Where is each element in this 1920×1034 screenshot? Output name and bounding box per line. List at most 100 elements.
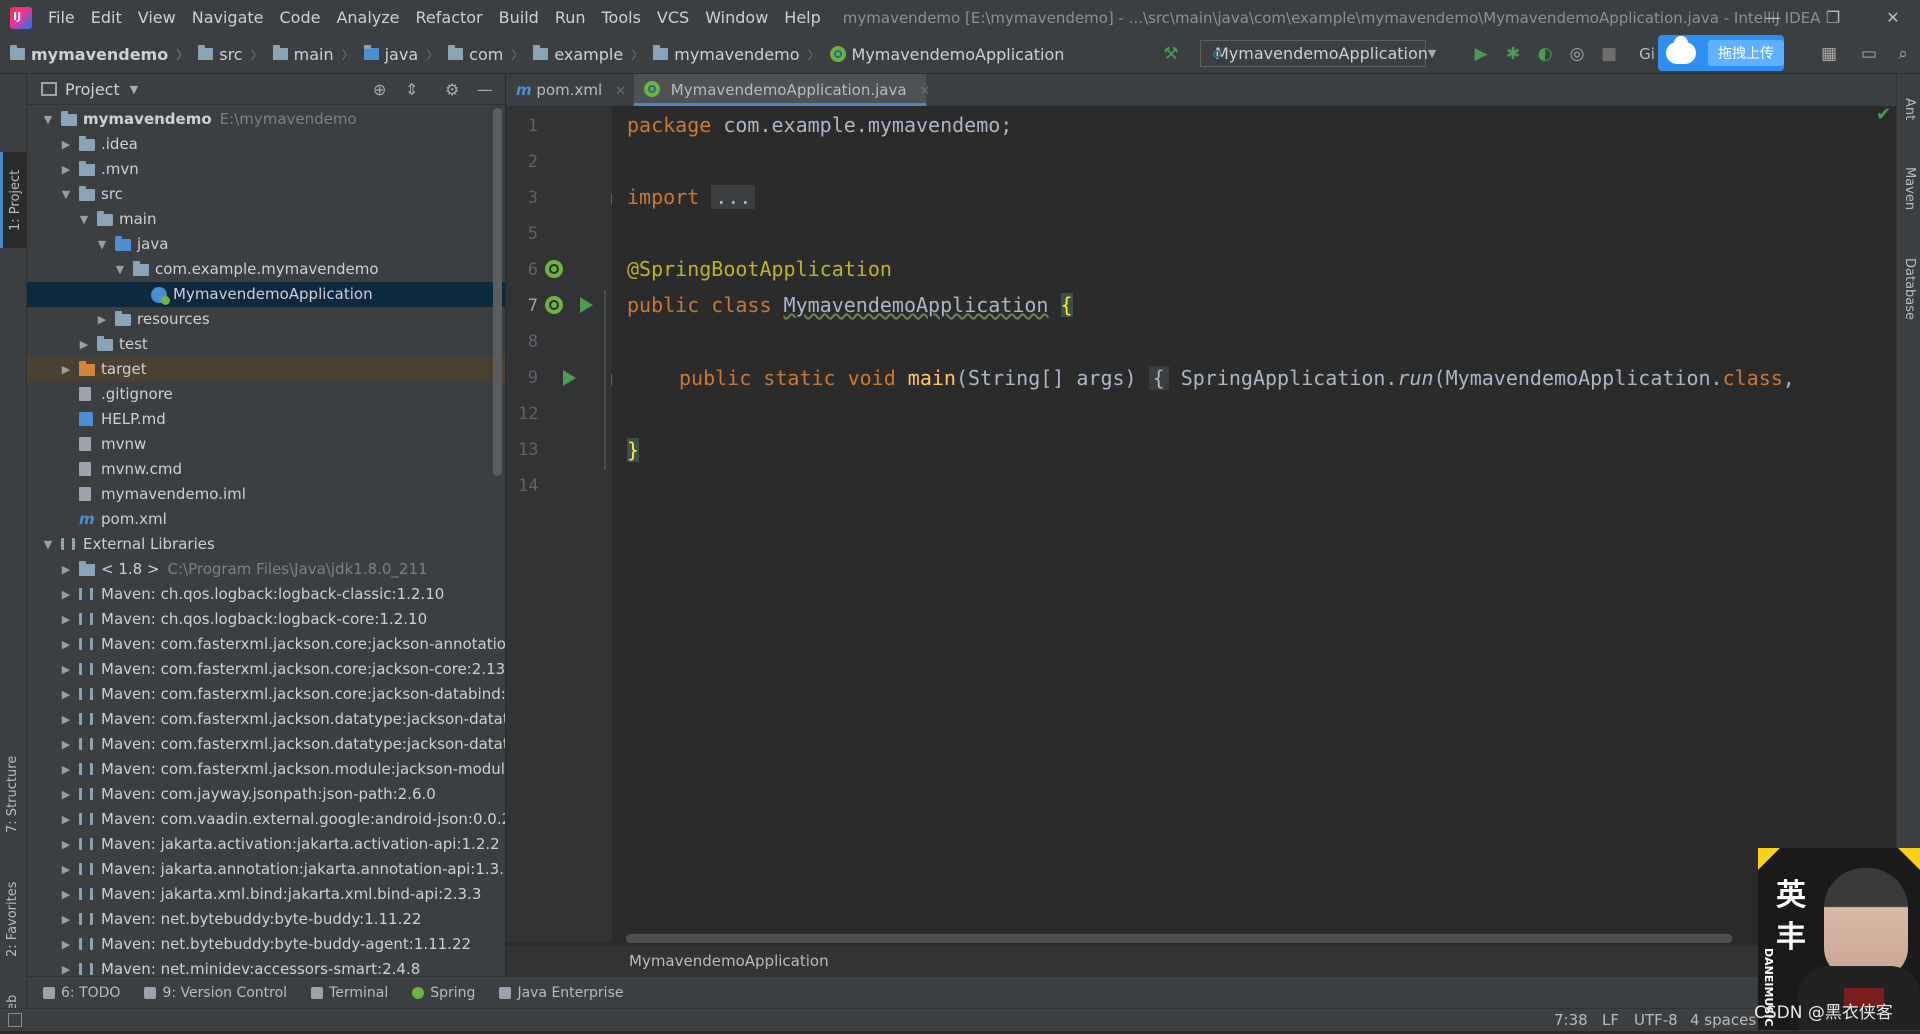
collapsed-arrow-icon[interactable]: ▶ bbox=[59, 957, 73, 976]
expanded-arrow-icon[interactable]: ▼ bbox=[113, 257, 127, 282]
crumb-java[interactable]: java 〉 bbox=[354, 45, 438, 64]
restore-button[interactable]: ❐ bbox=[1810, 0, 1856, 35]
folded-imports[interactable]: ... bbox=[711, 185, 756, 209]
tree-item[interactable]: ▶ < 1.8 > C:\Program Files\Java\jdk1.8.0_2… bbox=[27, 557, 505, 582]
spring-bean-gutter-icon[interactable] bbox=[545, 260, 563, 278]
crumb-main[interactable]: main 〉 bbox=[263, 45, 354, 64]
presentation-icon[interactable]: ▭ bbox=[1858, 43, 1880, 65]
hide-panel-icon[interactable]: — bbox=[477, 80, 493, 99]
profile-icon[interactable]: ◎ bbox=[1566, 43, 1588, 65]
menu-analyze[interactable]: Analyze bbox=[328, 0, 407, 35]
tree-item[interactable]: ▶ Maven: com.fasterxml.jackson.core:jacks… bbox=[27, 632, 505, 657]
collapsed-arrow-icon[interactable]: ▶ bbox=[59, 607, 73, 632]
tree-item[interactable]: m pom.xml bbox=[27, 507, 505, 532]
upload-widget[interactable]: 拖拽上传 bbox=[1658, 35, 1784, 71]
tool-tab-version-control[interactable]: 9: Version Control bbox=[144, 985, 287, 1001]
locate-icon[interactable]: ⊕ bbox=[373, 80, 386, 99]
tree-item[interactable]: ▶ Maven: com.fasterxml.jackson.core:jacks… bbox=[27, 657, 505, 682]
project-panel-title[interactable]: Project bbox=[65, 80, 120, 99]
collapsed-arrow-icon[interactable]: ▶ bbox=[59, 132, 73, 157]
tree-item[interactable]: ▶ Maven: ch.qos.logback:logback-classic:1… bbox=[27, 582, 505, 607]
coverage-icon[interactable]: ◐ bbox=[1534, 43, 1556, 65]
tree-item[interactable]: ▶ .mvn bbox=[27, 157, 505, 182]
debug-icon[interactable]: ✱ bbox=[1502, 43, 1524, 65]
stop-icon[interactable]: ■ bbox=[1598, 43, 1620, 65]
collapse-all-icon[interactable]: ⇕ bbox=[405, 80, 418, 99]
menu-file[interactable]: File bbox=[40, 0, 83, 35]
menu-window[interactable]: Window bbox=[697, 0, 776, 35]
tool-tab-project[interactable]: 1: Project bbox=[0, 152, 29, 248]
tree-item[interactable]: ▼ main bbox=[27, 207, 505, 232]
menu-run[interactable]: Run bbox=[547, 0, 594, 35]
collapsed-arrow-icon[interactable]: ▶ bbox=[59, 582, 73, 607]
expanded-arrow-icon[interactable]: ▼ bbox=[59, 182, 73, 207]
collapsed-arrow-icon[interactable]: ▶ bbox=[59, 882, 73, 907]
search-icon[interactable]: ⌕ bbox=[1892, 43, 1914, 65]
no-problems-check-icon[interactable]: ✔ bbox=[1876, 104, 1891, 125]
run-main-gutter-icon[interactable] bbox=[563, 370, 576, 386]
tree-item[interactable]: ▼ External Libraries bbox=[27, 532, 505, 557]
collapsed-arrow-icon[interactable]: ▶ bbox=[59, 732, 73, 757]
menu-help[interactable]: Help bbox=[776, 0, 828, 35]
chevron-down-icon[interactable]: ▼ bbox=[130, 83, 138, 96]
tool-tab-todo[interactable]: 6: TODO bbox=[43, 985, 120, 1001]
collapsed-arrow-icon[interactable]: ▶ bbox=[59, 932, 73, 957]
close-window-button[interactable]: ✕ bbox=[1870, 0, 1916, 35]
collapsed-arrow-icon[interactable]: ▶ bbox=[95, 307, 109, 332]
tree-item[interactable]: HELP.md bbox=[27, 407, 505, 432]
tree-item[interactable]: ▼ java bbox=[27, 232, 505, 257]
collapsed-arrow-icon[interactable]: ▶ bbox=[59, 832, 73, 857]
project-structure-icon[interactable]: ▦ bbox=[1818, 43, 1840, 65]
tree-item[interactable]: .gitignore bbox=[27, 382, 505, 407]
tree-item[interactable]: ▶ Maven: com.fasterxml.jackson.module:jac… bbox=[27, 757, 505, 782]
tool-tab-terminal[interactable]: Terminal bbox=[311, 985, 388, 1001]
editor-breadcrumb-item[interactable]: MymavendemoApplication bbox=[629, 952, 829, 970]
collapsed-arrow-icon[interactable]: ▶ bbox=[59, 857, 73, 882]
expanded-arrow-icon[interactable]: ▼ bbox=[41, 532, 55, 557]
tree-item[interactable]: mymavendemo.iml bbox=[27, 482, 505, 507]
crumb-class[interactable]: MymavendemoApplication bbox=[820, 45, 1064, 64]
tree-item[interactable]: ▼ mymavendemo E:\mymavendemo bbox=[27, 107, 505, 132]
tree-item[interactable]: MymavendemoApplication bbox=[27, 282, 505, 307]
collapsed-arrow-icon[interactable]: ▶ bbox=[59, 682, 73, 707]
menu-edit[interactable]: Edit bbox=[83, 0, 130, 35]
run-gutter-icon[interactable] bbox=[580, 297, 593, 313]
run-icon[interactable]: ▶ bbox=[1470, 43, 1492, 65]
collapsed-arrow-icon[interactable]: ▶ bbox=[59, 807, 73, 832]
tool-tab-database[interactable]: Database bbox=[1897, 244, 1920, 334]
build-hammer-icon[interactable]: ⚒ bbox=[1160, 43, 1182, 65]
expanded-arrow-icon[interactable]: ▼ bbox=[41, 107, 55, 132]
collapsed-arrow-icon[interactable]: ▶ bbox=[77, 332, 91, 357]
tree-item[interactable]: ▶ Maven: com.fasterxml.jackson.datatype:j… bbox=[27, 732, 505, 757]
tree-item[interactable]: ▼ com.example.mymavendemo bbox=[27, 257, 505, 282]
spring-bean-gutter-icon[interactable] bbox=[545, 296, 563, 314]
toggle-tool-windows-icon[interactable] bbox=[8, 1013, 22, 1027]
crumb-src[interactable]: src 〉 bbox=[188, 45, 263, 64]
minimize-button[interactable]: — bbox=[1750, 0, 1796, 35]
status-encoding[interactable]: UTF-8 bbox=[1634, 1009, 1678, 1031]
collapsed-arrow-icon[interactable]: ▶ bbox=[59, 157, 73, 182]
tool-tab-java-enterprise[interactable]: Java Enterprise bbox=[499, 985, 623, 1001]
tree-item[interactable]: ▶ Maven: jakarta.activation:jakarta.activ… bbox=[27, 832, 505, 857]
menu-vcs[interactable]: VCS bbox=[649, 0, 697, 35]
tool-tab-ant[interactable]: Ant bbox=[1897, 84, 1920, 134]
tree-item[interactable]: ▶ Maven: com.jayway.jsonpath:json-path:2.… bbox=[27, 782, 505, 807]
tab-pom-xml[interactable]: m pom.xml ✕ bbox=[516, 74, 628, 106]
collapsed-arrow-icon[interactable]: ▶ bbox=[59, 907, 73, 932]
status-line-separator[interactable]: LF bbox=[1602, 1009, 1619, 1031]
collapsed-arrow-icon[interactable]: ▶ bbox=[59, 657, 73, 682]
menu-tools[interactable]: Tools bbox=[594, 0, 649, 35]
tree-item[interactable]: ▼ src bbox=[27, 182, 505, 207]
tree-item[interactable]: ▶ Maven: com.vaadin.external.google:andro… bbox=[27, 807, 505, 832]
collapsed-arrow-icon[interactable]: ▶ bbox=[59, 782, 73, 807]
crumb-com[interactable]: com 〉 bbox=[438, 45, 523, 64]
tool-tab-maven[interactable]: Maven bbox=[1897, 154, 1920, 224]
collapsed-arrow-icon[interactable]: ▶ bbox=[59, 707, 73, 732]
gear-icon[interactable]: ⚙ bbox=[445, 80, 459, 99]
collapsed-arrow-icon[interactable]: ▶ bbox=[59, 632, 73, 657]
crumb-project[interactable]: mymavendemo 〉 bbox=[0, 45, 188, 64]
tree-item[interactable]: ▶ Maven: com.fasterxml.jackson.datatype:j… bbox=[27, 707, 505, 732]
tree-item[interactable]: ▶ Maven: net.bytebuddy:byte-buddy:1.11.22 bbox=[27, 907, 505, 932]
tree-item[interactable]: ▶ target bbox=[27, 357, 505, 382]
menu-code[interactable]: Code bbox=[272, 0, 329, 35]
